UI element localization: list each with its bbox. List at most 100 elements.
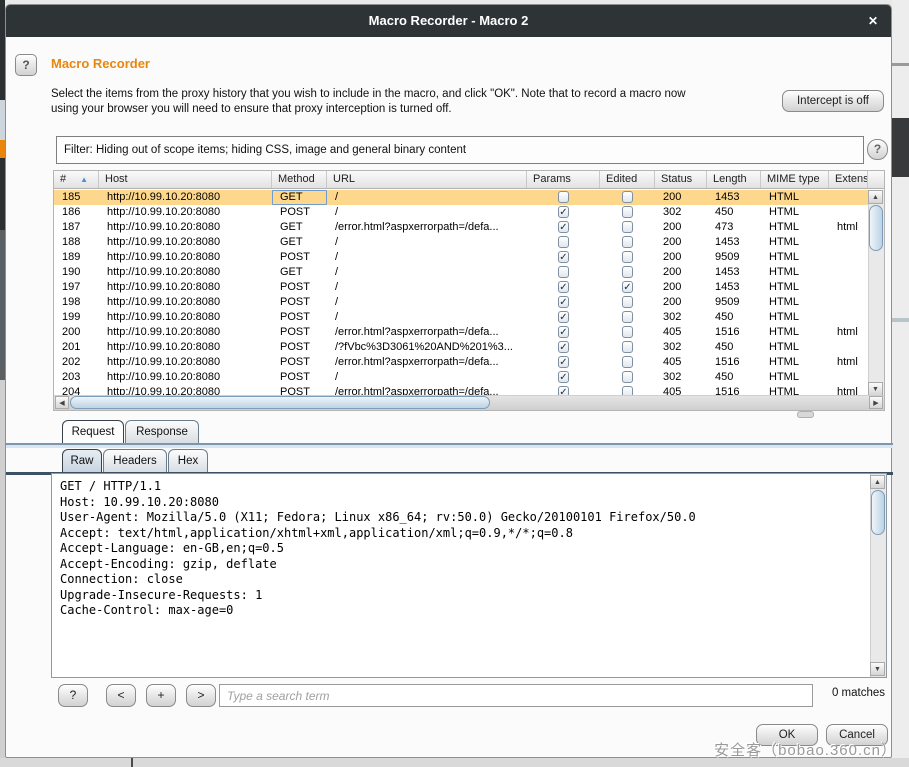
search-help-button[interactable]: ? <box>58 684 88 707</box>
tab-request[interactable]: Request <box>62 420 124 443</box>
background-right-strip <box>892 0 909 767</box>
column-header-host[interactable]: Host <box>99 171 272 188</box>
background-segment <box>892 318 909 322</box>
table-row[interactable]: 189http://10.99.10.20:8080POST/✓2009509H… <box>54 250 868 265</box>
table-row[interactable]: 185http://10.99.10.20:8080GET/2001453HTM… <box>54 190 868 205</box>
search-previous-button[interactable]: < <box>106 684 136 707</box>
cell-length: 9509 <box>707 250 761 265</box>
params-checkbox[interactable]: ✓ <box>558 281 569 293</box>
proxy-table-body: 185http://10.99.10.20:8080GET/2001453HTM… <box>54 190 868 397</box>
edited-checkbox[interactable] <box>622 236 633 248</box>
scroll-down-icon[interactable]: ▼ <box>870 662 885 676</box>
params-checkbox[interactable]: ✓ <box>558 311 569 323</box>
cell-status: 405 <box>655 325 707 340</box>
edited-checkbox[interactable] <box>622 221 633 233</box>
table-row[interactable]: 186http://10.99.10.20:8080POST/✓302450HT… <box>54 205 868 220</box>
scroll-left-icon[interactable]: ◀ <box>55 396 69 409</box>
params-checkbox[interactable]: ✓ <box>558 296 569 308</box>
cell-params: ✓ <box>527 355 600 370</box>
filter-help-icon[interactable]: ? <box>867 139 888 160</box>
edited-checkbox[interactable] <box>622 296 633 308</box>
params-checkbox[interactable]: ✓ <box>558 341 569 353</box>
table-row[interactable]: 197http://10.99.10.20:8080POST/✓✓2001453… <box>54 280 868 295</box>
column-header-method[interactable]: Method <box>272 171 327 188</box>
column-header-number[interactable]: #▲ <box>54 171 99 188</box>
params-checkbox[interactable] <box>558 191 569 203</box>
search-next-button[interactable]: > <box>186 684 216 707</box>
cell-status: 200 <box>655 295 707 310</box>
table-header-row: #▲ Host Method URL Params Edited Status … <box>54 171 884 189</box>
column-header-mime[interactable]: MIME type <box>761 171 829 188</box>
column-header-edited[interactable]: Edited <box>600 171 655 188</box>
params-checkbox[interactable] <box>558 266 569 278</box>
edited-checkbox[interactable] <box>622 371 633 383</box>
cell-params <box>527 235 600 250</box>
request-editor-text[interactable]: GET / HTTP/1.1 Host: 10.99.10.20:8080 Us… <box>60 479 866 673</box>
scroll-up-icon[interactable]: ▲ <box>868 190 883 204</box>
cell-url: /?fVbc%3D3061%20AND%201%3... <box>327 340 527 355</box>
cell-mime: HTML <box>761 325 829 340</box>
cell-status: 200 <box>655 220 707 235</box>
request-editor[interactable]: GET / HTTP/1.1 Host: 10.99.10.20:8080 Us… <box>51 473 887 678</box>
cell-extension <box>829 370 868 385</box>
tab-response[interactable]: Response <box>125 420 199 443</box>
edited-checkbox[interactable] <box>622 191 633 203</box>
edited-checkbox[interactable] <box>622 311 633 323</box>
edited-checkbox[interactable] <box>622 341 633 353</box>
column-header-length[interactable]: Length <box>707 171 761 188</box>
page-title: Macro Recorder <box>51 56 150 71</box>
table-row[interactable]: 187http://10.99.10.20:8080GET/error.html… <box>54 220 868 235</box>
table-horizontal-scroll-thumb[interactable] <box>70 396 490 409</box>
table-row[interactable]: 203http://10.99.10.20:8080POST/✓302450HT… <box>54 370 868 385</box>
scroll-down-icon[interactable]: ▼ <box>868 382 883 396</box>
params-checkbox[interactable]: ✓ <box>558 356 569 368</box>
scroll-right-icon[interactable]: ▶ <box>869 396 883 409</box>
table-vertical-scroll-thumb[interactable] <box>869 205 883 251</box>
tab-hex[interactable]: Hex <box>168 449 208 472</box>
cell-number: 187 <box>54 220 99 235</box>
intercept-toggle-button[interactable]: Intercept is off <box>782 90 884 112</box>
edited-checkbox[interactable] <box>622 266 633 278</box>
column-header-params[interactable]: Params <box>527 171 600 188</box>
params-checkbox[interactable]: ✓ <box>558 326 569 338</box>
cell-number: 199 <box>54 310 99 325</box>
params-checkbox[interactable]: ✓ <box>558 371 569 383</box>
params-checkbox[interactable] <box>558 236 569 248</box>
tab-headers[interactable]: Headers <box>103 449 167 472</box>
table-row[interactable]: 202http://10.99.10.20:8080POST/error.htm… <box>54 355 868 370</box>
table-row[interactable]: 201http://10.99.10.20:8080POST/?fVbc%3D3… <box>54 340 868 355</box>
scroll-up-icon[interactable]: ▲ <box>870 475 885 489</box>
editor-vertical-scroll-thumb[interactable] <box>871 490 885 535</box>
params-checkbox[interactable]: ✓ <box>558 206 569 218</box>
cell-method: GET <box>272 235 327 250</box>
search-add-button[interactable]: + <box>146 684 176 707</box>
cell-method: POST <box>272 355 327 370</box>
table-row[interactable]: 198http://10.99.10.20:8080POST/✓2009509H… <box>54 295 868 310</box>
table-row[interactable]: 188http://10.99.10.20:8080GET/2001453HTM… <box>54 235 868 250</box>
params-checkbox[interactable]: ✓ <box>558 251 569 263</box>
table-row[interactable]: 190http://10.99.10.20:8080GET/2001453HTM… <box>54 265 868 280</box>
column-header-url[interactable]: URL <box>327 171 527 188</box>
filter-bar[interactable]: Filter: Hiding out of scope items; hidin… <box>56 136 864 164</box>
cell-url: /error.html?aspxerrorpath=/defa... <box>327 355 527 370</box>
edited-checkbox[interactable] <box>622 251 633 263</box>
dialog-titlebar[interactable]: Macro Recorder - Macro 2 ✕ <box>6 5 891 37</box>
search-input[interactable] <box>219 684 813 707</box>
edited-checkbox[interactable] <box>622 206 633 218</box>
edited-checkbox[interactable] <box>622 326 633 338</box>
cell-number: 185 <box>54 190 99 205</box>
splitter-handle[interactable] <box>797 411 814 418</box>
table-row[interactable]: 199http://10.99.10.20:8080POST/✓302450HT… <box>54 310 868 325</box>
edited-checkbox[interactable]: ✓ <box>622 281 633 293</box>
edited-checkbox[interactable] <box>622 356 633 368</box>
cell-params <box>527 190 600 205</box>
params-checkbox[interactable]: ✓ <box>558 221 569 233</box>
cell-mime: HTML <box>761 265 829 280</box>
column-header-status[interactable]: Status <box>655 171 707 188</box>
tab-raw[interactable]: Raw <box>62 449 102 472</box>
cell-url: / <box>327 280 527 295</box>
column-header-extension[interactable]: Extens <box>829 171 868 188</box>
table-row[interactable]: 200http://10.99.10.20:8080POST/error.htm… <box>54 325 868 340</box>
close-icon[interactable]: ✕ <box>865 13 881 29</box>
help-icon[interactable]: ? <box>15 54 37 76</box>
